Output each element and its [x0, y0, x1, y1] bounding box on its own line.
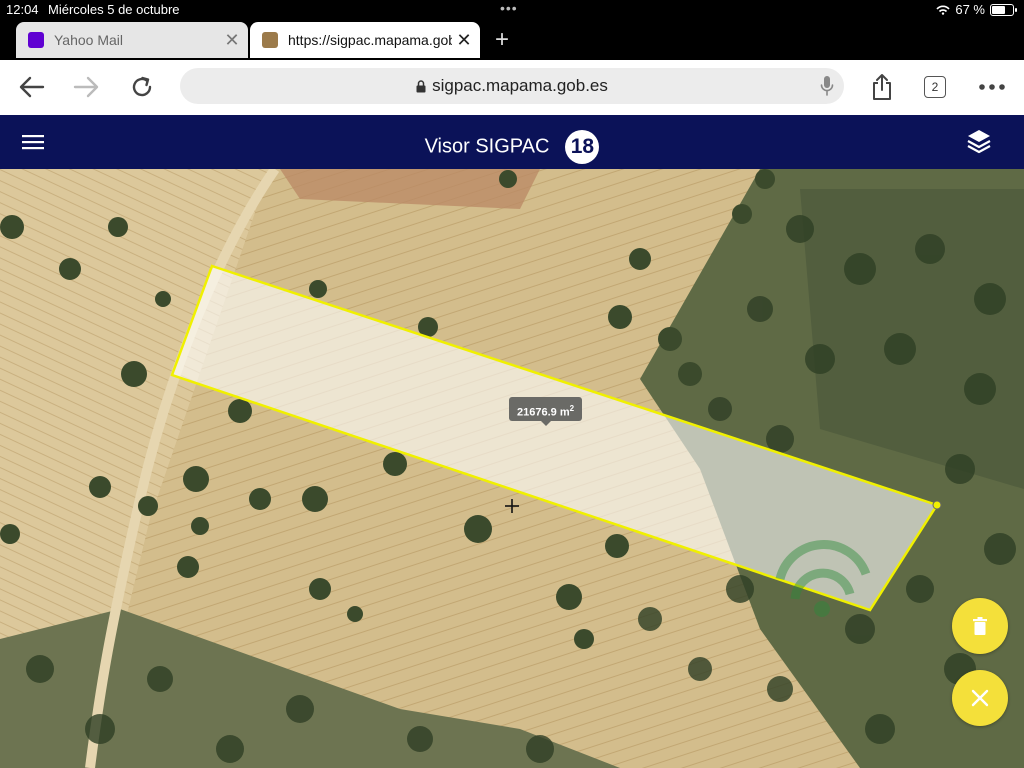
- forward-button[interactable]: [70, 72, 102, 102]
- multitasking-dots-icon[interactable]: •••: [500, 0, 518, 16]
- close-icon: [971, 689, 989, 707]
- url-text: sigpac.mapama.gob.es: [432, 76, 608, 95]
- aerial-imagery: [0, 169, 1024, 768]
- tab-title: https://sigpac.mapama.gob.es: [288, 32, 452, 48]
- back-button[interactable]: [16, 72, 48, 102]
- tab-title: Yahoo Mail: [54, 32, 124, 48]
- yahoo-favicon-icon: [28, 32, 44, 48]
- area-measurement-label: 21676.9 m2: [509, 397, 583, 426]
- app-title: Visor SIGPAC: [424, 135, 550, 158]
- status-time: 12:04: [6, 2, 39, 17]
- battery-icon: [990, 3, 1017, 16]
- browser-tab-bar: Yahoo Mail ✕ https://sigpac.mapama.gob.e…: [0, 20, 1024, 60]
- status-bar: 12:04 Miércoles 5 de octubre ••• 67 %: [0, 0, 1024, 20]
- polygon-vertex-handle: [932, 500, 942, 510]
- address-bar[interactable]: sigpac.mapama.gob.es: [180, 68, 844, 104]
- arrow-left-icon: [19, 76, 45, 98]
- browser-toolbar: sigpac.mapama.gob.es 2: [0, 60, 1024, 116]
- app-header: Visor SIGPAC 18: [0, 115, 1024, 169]
- area-unit-exponent: 2: [569, 404, 575, 413]
- delete-button[interactable]: [952, 598, 1008, 654]
- more-options-button[interactable]: [976, 72, 1008, 102]
- arrow-right-icon: [73, 76, 99, 98]
- app-title-wrap: Visor SIGPAC 18: [0, 130, 1024, 164]
- share-button[interactable]: [866, 72, 898, 102]
- share-icon: [873, 74, 891, 100]
- sigpac-favicon-icon: [262, 32, 278, 48]
- map-viewport[interactable]: 21676.9 m2: [0, 169, 1024, 768]
- cancel-button[interactable]: [952, 670, 1008, 726]
- reload-icon: [132, 76, 152, 97]
- wifi-icon: [936, 4, 950, 15]
- ellipsis-icon: [979, 84, 1005, 90]
- tab-sigpac[interactable]: https://sigpac.mapama.gob.es ✕: [250, 22, 480, 58]
- close-tab-icon[interactable]: ✕: [220, 30, 244, 51]
- close-tab-icon[interactable]: ✕: [452, 30, 476, 51]
- status-date: Miércoles 5 de octubre: [48, 2, 180, 17]
- tab-yahoo-mail[interactable]: Yahoo Mail ✕: [16, 22, 248, 58]
- tab-switcher-button[interactable]: 2: [924, 76, 946, 98]
- area-value: 21676.9 m: [517, 406, 570, 419]
- battery-percent: 67 %: [955, 2, 985, 17]
- layers-icon[interactable]: [966, 128, 992, 156]
- trash-icon: [973, 617, 987, 635]
- reload-button[interactable]: [126, 72, 158, 102]
- zoom-level-badge: 18: [565, 130, 600, 164]
- status-right: 67 %: [936, 2, 1017, 17]
- new-tab-plus-icon[interactable]: +: [490, 26, 514, 54]
- microphone-icon[interactable]: [820, 75, 834, 97]
- lock-icon: [416, 79, 426, 92]
